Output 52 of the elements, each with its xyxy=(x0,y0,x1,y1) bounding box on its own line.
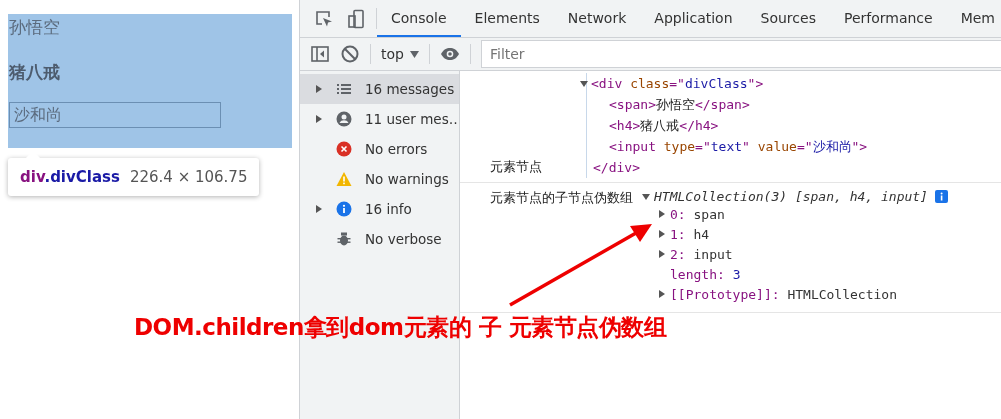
element-selector: div.divClass xyxy=(20,168,120,186)
property-row[interactable]: [[Prototype]]: HTMLCollection xyxy=(670,286,897,302)
context-selector[interactable]: top xyxy=(381,46,419,62)
log-label: 元素节点的子节点伪数组 xyxy=(490,189,633,207)
sidebar-item[interactable]: No verbose xyxy=(300,224,459,254)
element-size: 226.4 × 106.75 xyxy=(129,168,248,186)
clear-console-icon[interactable] xyxy=(340,44,360,64)
dropdown-caret-icon xyxy=(409,50,419,58)
sidebar-item[interactable]: 16 info xyxy=(300,194,459,224)
user-icon xyxy=(336,111,352,127)
devtools-tab[interactable]: Elements xyxy=(460,0,554,37)
device-toolbar-icon[interactable] xyxy=(346,8,366,29)
expanded-arrow-icon[interactable] xyxy=(579,78,589,89)
list-icon xyxy=(336,81,352,97)
info-icon[interactable] xyxy=(934,190,948,203)
code-line: <input type="text" value="沙和尚"> xyxy=(609,139,868,154)
span-text: 孙悟空 xyxy=(9,16,60,39)
devtools-tab[interactable]: Application xyxy=(640,0,747,37)
filter-field[interactable]: Filter xyxy=(480,40,1001,68)
property-row[interactable]: length: 3 xyxy=(670,266,741,282)
expand-arrow-icon[interactable] xyxy=(657,229,667,239)
warning-icon xyxy=(336,171,352,187)
bug-icon xyxy=(336,231,352,247)
devtools-tab[interactable]: Network xyxy=(553,0,641,37)
object-summary[interactable]: HTMLCollection(3) [span, h4, input] xyxy=(654,189,928,204)
devtools-tab[interactable]: Performance xyxy=(829,0,947,37)
sidebar-item[interactable]: 16 messages xyxy=(300,74,459,104)
log-label: 元素节点 xyxy=(490,158,543,176)
code-line: <span>孙悟空</span> xyxy=(609,97,750,112)
property-row[interactable]: 2: input xyxy=(670,246,733,262)
heading-text: 猪八戒 xyxy=(9,61,60,84)
property-row[interactable]: 0: span xyxy=(670,206,725,222)
devtools-tab[interactable]: Mem xyxy=(946,0,1001,37)
sidebar-item[interactable]: No errors xyxy=(300,134,459,164)
expand-arrow-icon[interactable] xyxy=(314,114,324,124)
sidebar-toggle-icon[interactable] xyxy=(310,44,330,64)
code-line: </div> xyxy=(593,160,640,175)
sidebar-item[interactable]: No warnings xyxy=(300,164,459,194)
error-icon xyxy=(336,141,352,157)
property-row[interactable]: 1: h4 xyxy=(670,226,710,242)
annotation-text: DOM.children拿到dom元素的 子 元素节点伪数组 xyxy=(134,313,667,342)
expanded-arrow-icon[interactable] xyxy=(641,191,651,202)
expand-arrow-icon[interactable] xyxy=(657,249,667,259)
devtools-tab[interactable]: Sources xyxy=(746,0,830,37)
code-line: <h4>猪八戒</h4> xyxy=(609,118,719,133)
expand-arrow-icon[interactable] xyxy=(657,289,667,299)
expand-arrow-icon[interactable] xyxy=(314,84,324,94)
expand-arrow-icon[interactable] xyxy=(314,204,324,214)
expand-arrow-icon[interactable] xyxy=(657,209,667,219)
code-line: <div class="divClass"> xyxy=(591,75,764,93)
sidebar-item[interactable]: 11 user mes… xyxy=(300,104,459,134)
info-icon xyxy=(336,201,352,217)
